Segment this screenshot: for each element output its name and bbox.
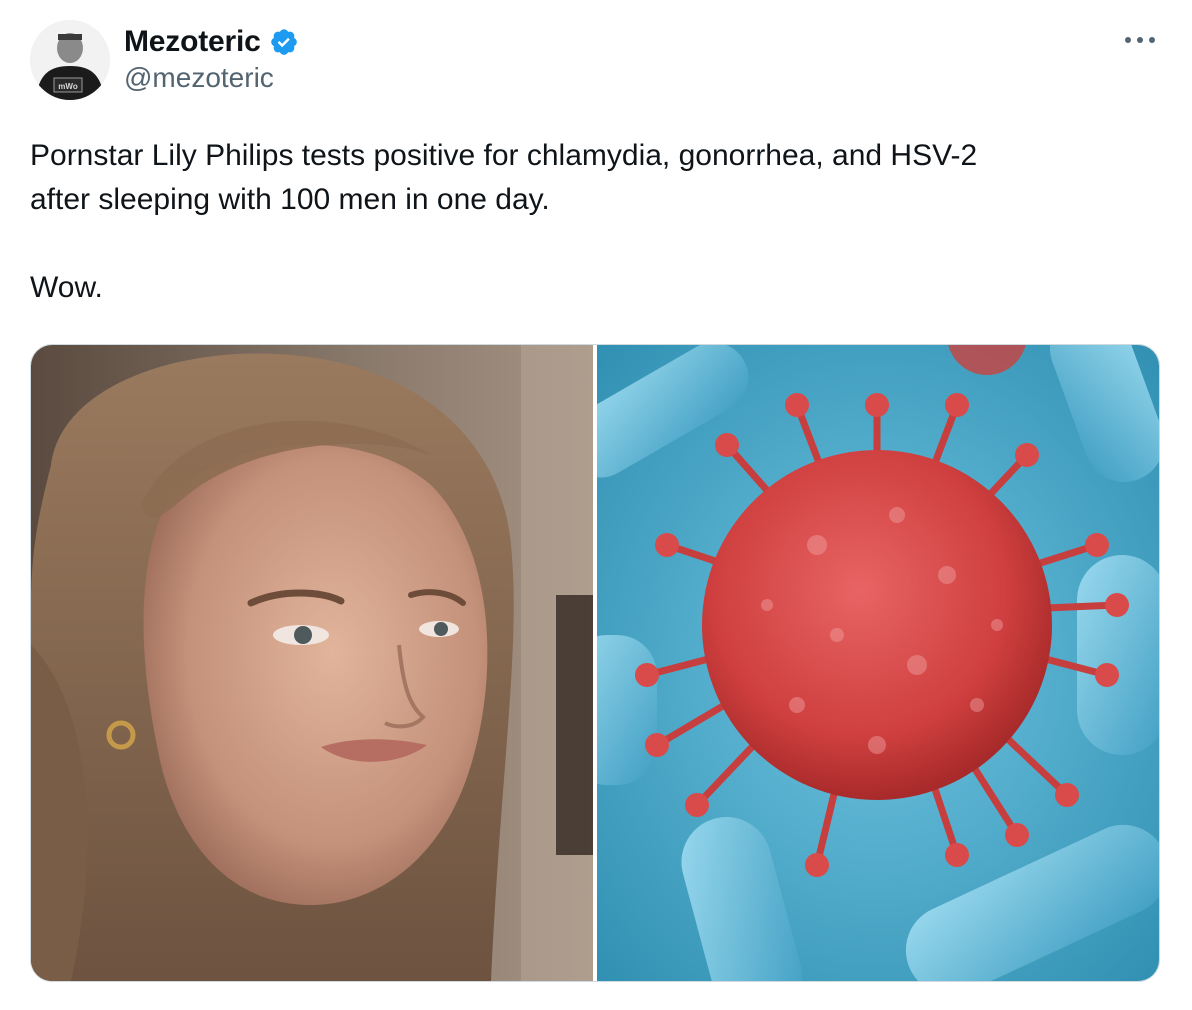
media-grid [30,344,1160,982]
verified-badge-icon [269,27,299,57]
author-display-name[interactable]: Mezoteric [124,25,261,59]
avatar-image: mWo [30,20,110,100]
tweet-text: Pornstar Lily Philips tests positive for… [30,139,978,304]
author-name-row[interactable]: Mezoteric [124,22,299,62]
author-avatar[interactable]: mWo [30,20,110,100]
avatar-shirt-logo: mWo [58,82,78,91]
virus-illustration[interactable] [597,345,1159,981]
more-horizontal-icon[interactable] [1122,28,1158,52]
author-handle[interactable]: @mezoteric [124,62,274,94]
woman-photo[interactable] [31,345,593,981]
tweet: mWo Mezoteric @mezoteric Pornstar Lily P… [0,0,1192,1010]
